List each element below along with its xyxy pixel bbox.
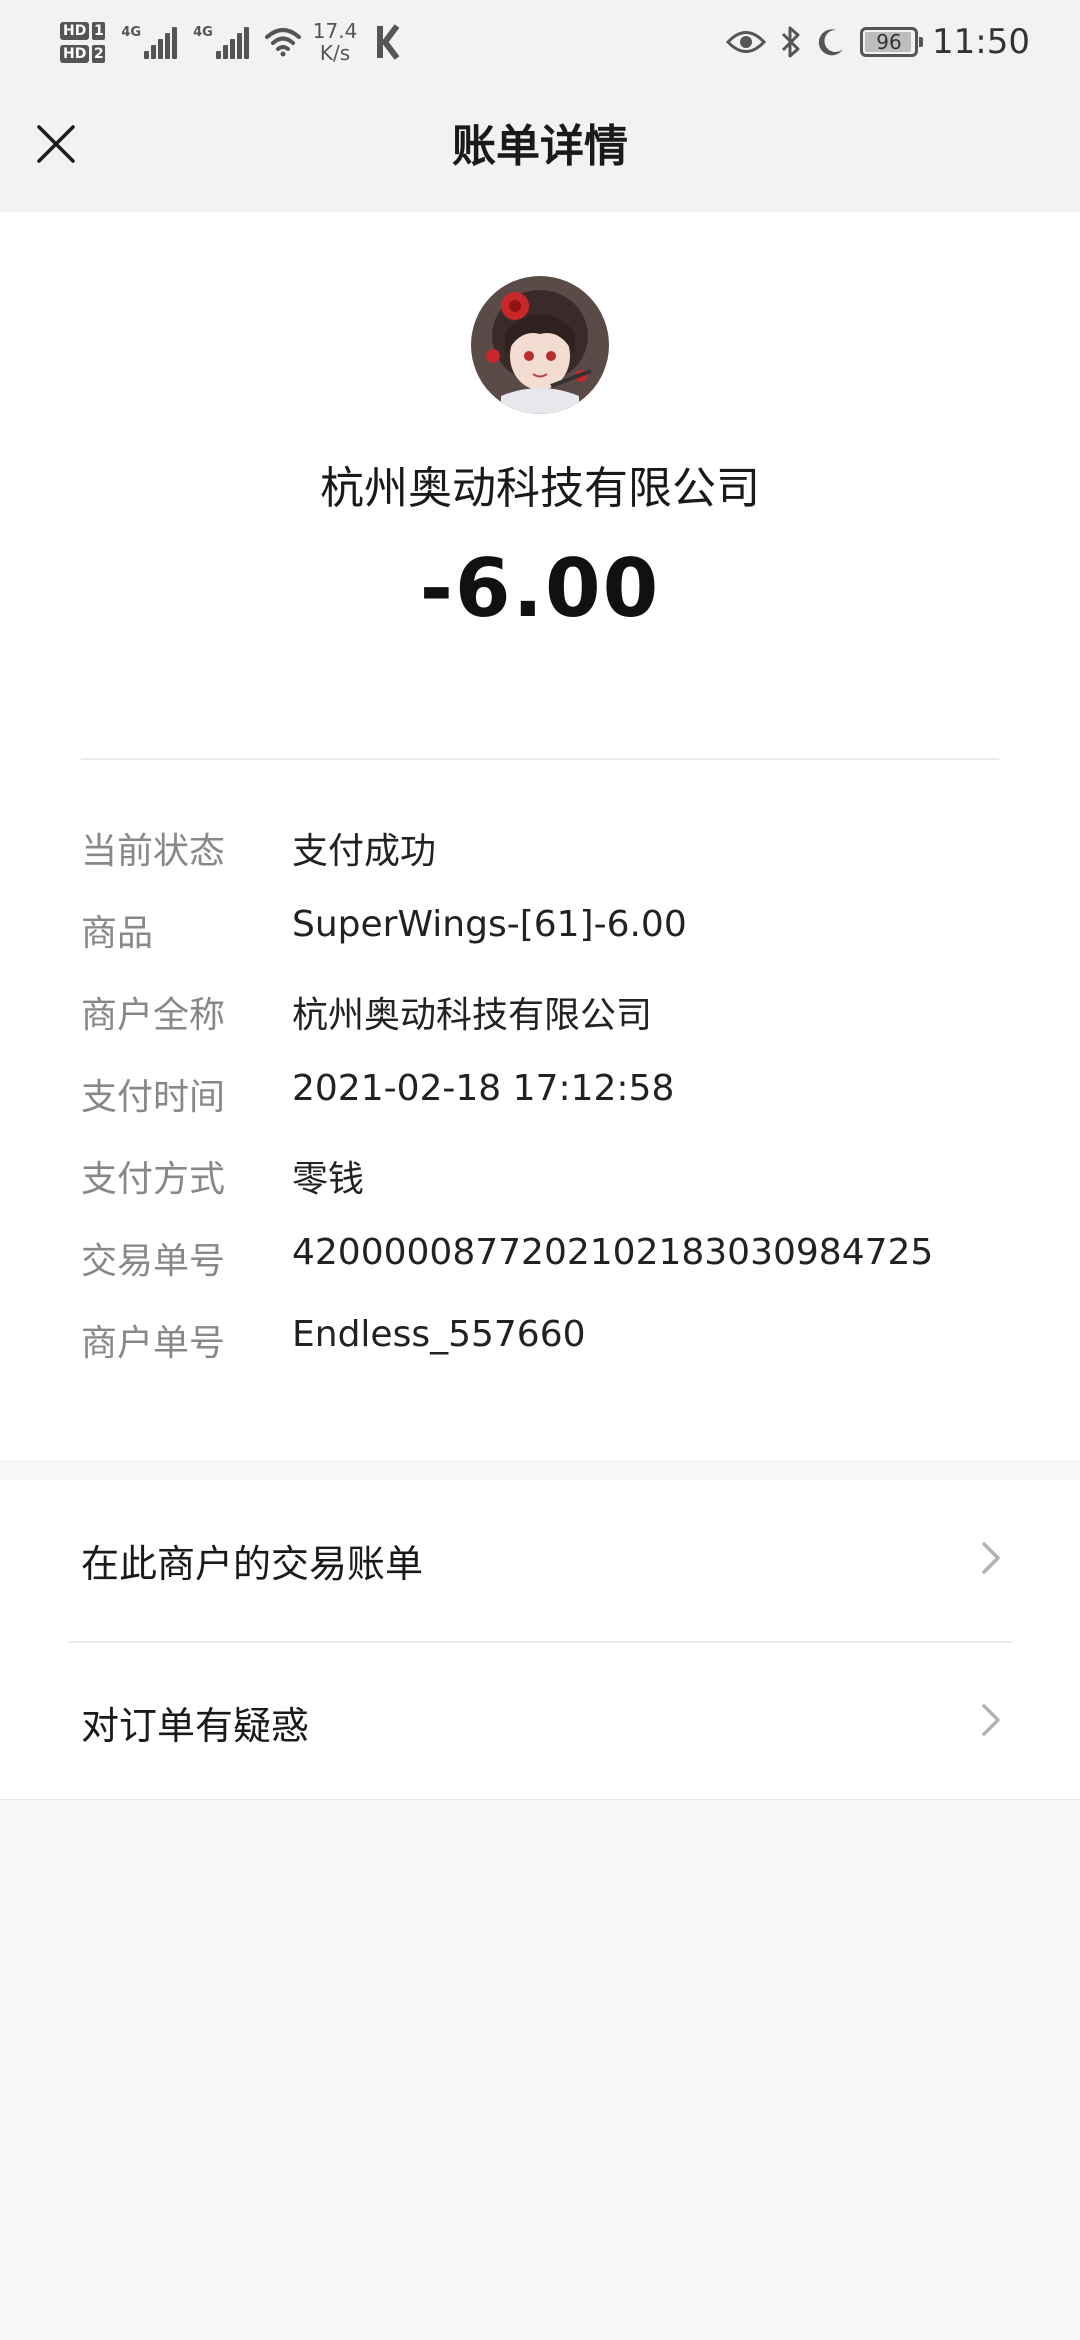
status-right: 96 11:50 xyxy=(726,12,1030,72)
avatar-image xyxy=(471,276,609,414)
detail-row-transaction-id: 交易单号 4200000877202102183030984725 xyxy=(81,1232,1001,1314)
clock: 11:50 xyxy=(932,22,1030,62)
bill-detail-card: 杭州奥动科技有限公司 -6.00 当前状态 支付成功 商品 SuperWings… xyxy=(0,212,1080,1460)
detail-label: 商品 xyxy=(81,913,154,954)
detail-row-pay-time: 支付时间 2021-02-18 17:12:58 xyxy=(81,1068,1001,1150)
detail-value: 支付成功 xyxy=(292,831,437,872)
payment-amount: -6.00 xyxy=(419,542,661,635)
speed-value: 17.4 xyxy=(312,19,358,43)
detail-row-product: 商品 SuperWings-[61]-6.00 xyxy=(81,904,1001,986)
detail-label: 支付方式 xyxy=(81,1159,226,1200)
network-speed: 17.4 K/s xyxy=(313,20,358,64)
speed-unit: K/s xyxy=(319,41,351,65)
detail-value[interactable]: Endless_557660 xyxy=(292,1314,586,1355)
action-label: 在此商户的交易账单 xyxy=(81,1541,424,1586)
detail-label: 商户全称 xyxy=(81,995,226,1036)
hd-indicator-2: HD 2 xyxy=(60,44,106,63)
detail-row-status: 当前状态 支付成功 xyxy=(81,822,1001,904)
network-type: 4G xyxy=(193,25,213,40)
chevron-right-icon xyxy=(982,1704,1000,1736)
nav-bar: 账单详情 xyxy=(0,82,1080,212)
merchant-name: 杭州奥动科技有限公司 xyxy=(320,463,760,514)
detail-row-merchant: 商户全称 杭州奥动科技有限公司 xyxy=(81,986,1001,1068)
action-list: 在此商户的交易账单 对订单有疑惑 xyxy=(0,1480,1080,1800)
status-bar: HD 1 HD 2 4G 4G 17.4 K/s 96 11:50 xyxy=(0,0,1080,82)
battery-icon: 96 xyxy=(860,27,924,57)
divider xyxy=(81,758,999,760)
order-question-link[interactable]: 对订单有疑惑 xyxy=(0,1642,1080,1802)
signal-icon-sim2: 4G xyxy=(193,25,249,59)
status-left: HD 1 HD 2 4G 4G 17.4 K/s xyxy=(60,12,401,72)
eye-icon xyxy=(726,31,767,53)
page-title: 账单详情 xyxy=(452,121,628,172)
detail-row-merchant-order-id: 商户单号 Endless_557660 xyxy=(81,1314,1001,1396)
detail-list: 当前状态 支付成功 商品 SuperWings-[61]-6.00 商户全称 杭… xyxy=(81,822,1001,1396)
hd-indicators: HD 1 HD 2 xyxy=(60,21,106,63)
detail-value: 杭州奥动科技有限公司 xyxy=(292,995,653,1036)
bluetooth-icon xyxy=(781,26,800,58)
detail-label: 支付时间 xyxy=(81,1077,226,1118)
merchant-bills-link[interactable]: 在此商户的交易账单 xyxy=(0,1480,1080,1640)
network-type: 4G xyxy=(121,25,142,40)
moon-icon xyxy=(818,29,844,56)
hd-sim-number: 1 xyxy=(92,21,106,40)
hd-sim-number: 2 xyxy=(92,44,106,63)
wifi-icon xyxy=(264,28,301,57)
hd-badge: HD xyxy=(60,21,90,40)
hd-indicator-1: HD 1 xyxy=(60,21,106,40)
detail-value: 零钱 xyxy=(292,1159,365,1200)
detail-value: SuperWings-[61]-6.00 xyxy=(292,904,687,945)
detail-row-pay-method: 支付方式 零钱 xyxy=(81,1150,1001,1232)
detail-value[interactable]: 4200000877202102183030984725 xyxy=(292,1232,933,1273)
hd-badge: HD xyxy=(60,44,90,63)
battery-level: 96 xyxy=(876,30,902,54)
detail-label: 当前状态 xyxy=(81,831,226,872)
action-label: 对订单有疑惑 xyxy=(81,1703,310,1748)
detail-label: 交易单号 xyxy=(81,1241,226,1282)
detail-label: 商户单号 xyxy=(81,1323,226,1364)
detail-value: 2021-02-18 17:12:58 xyxy=(292,1068,675,1109)
chevron-right-icon xyxy=(982,1542,1000,1574)
app-notification-icon xyxy=(377,24,400,60)
merchant-avatar xyxy=(471,276,609,414)
signal-icon-sim1: 4G xyxy=(121,25,178,59)
